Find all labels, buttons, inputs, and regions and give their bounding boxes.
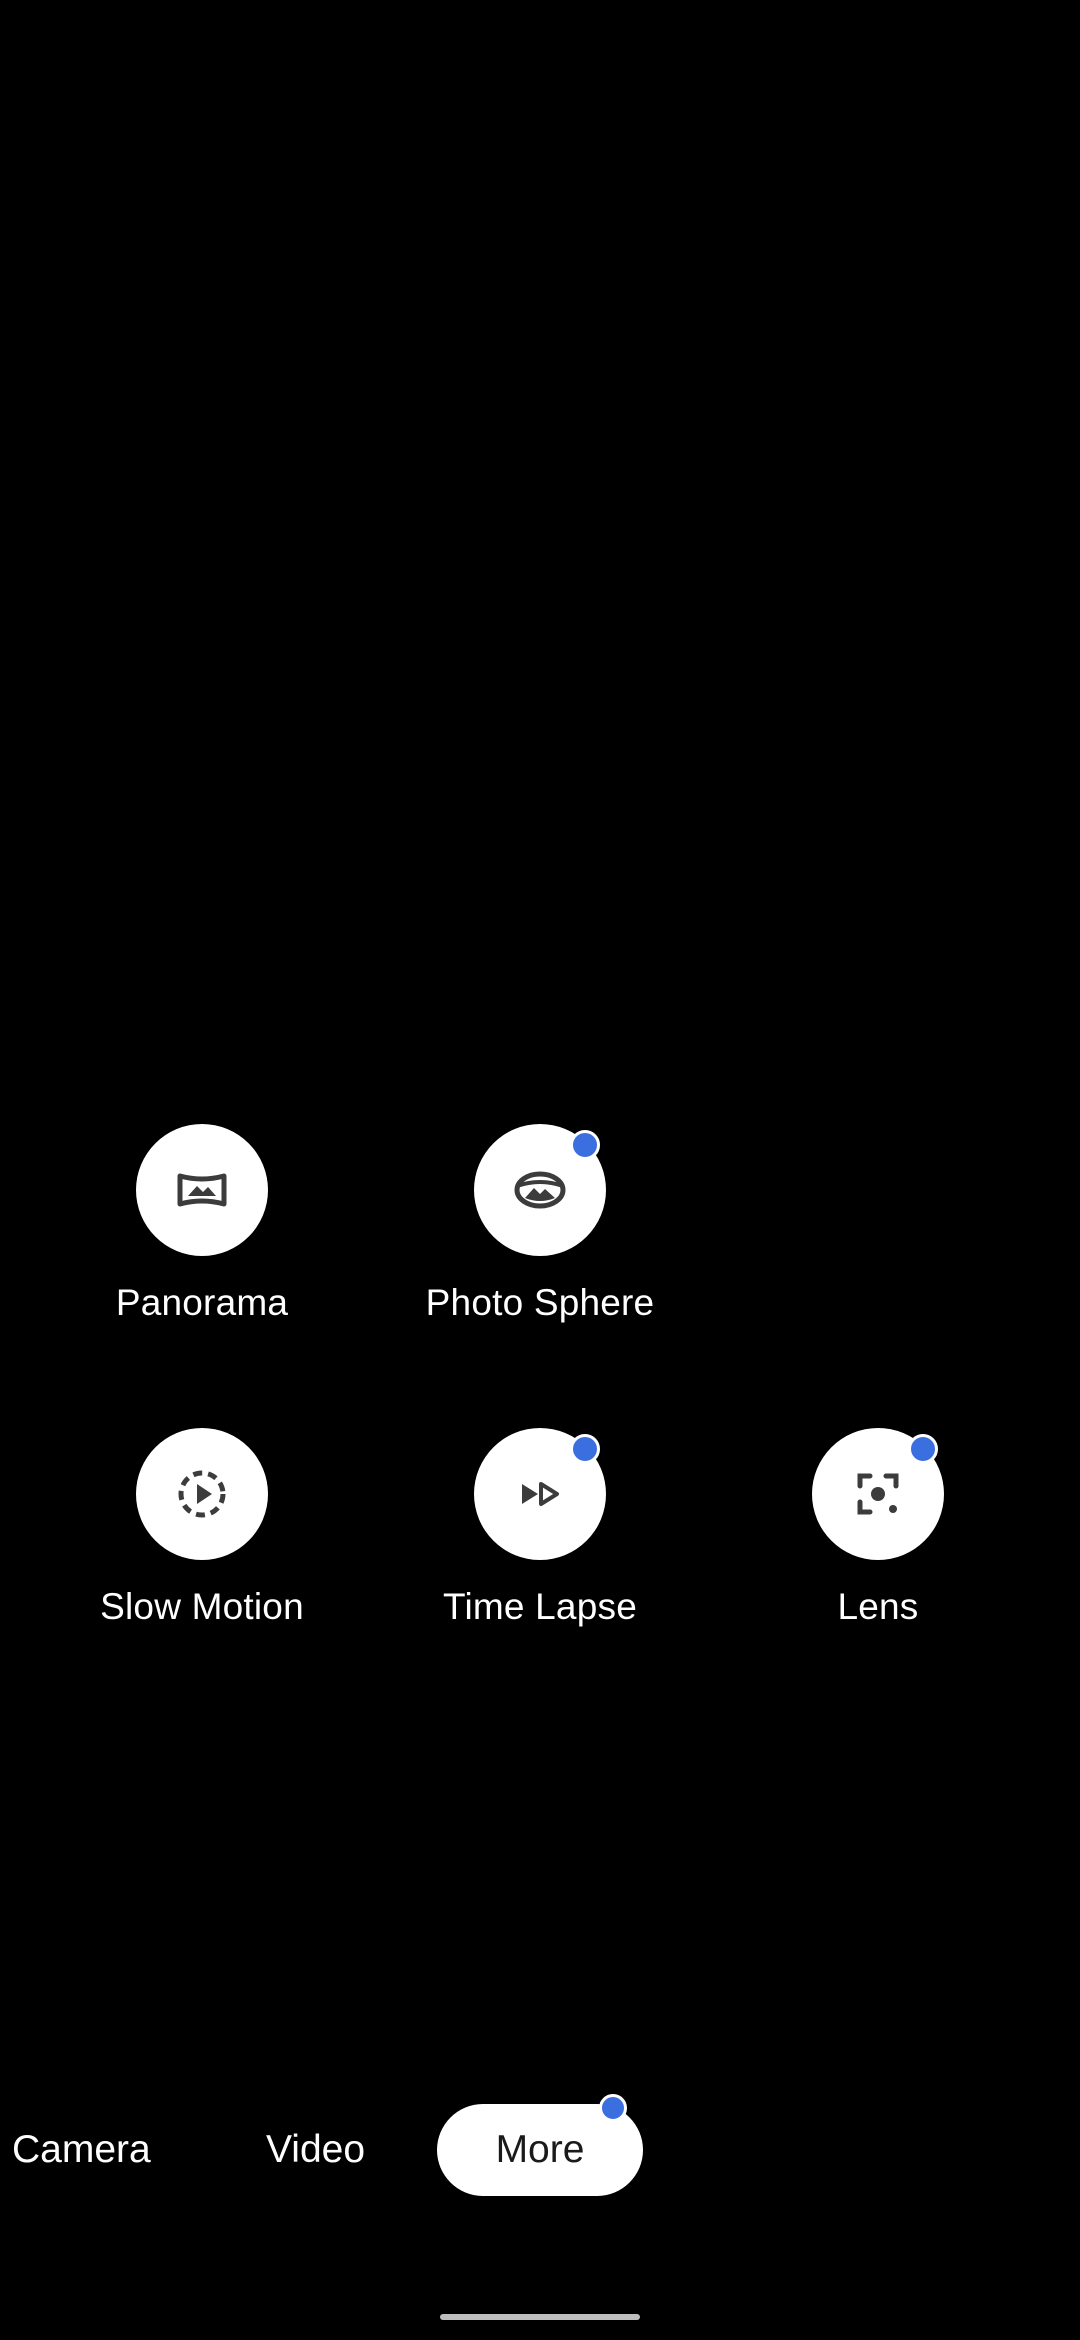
time-lapse-button[interactable] bbox=[474, 1428, 606, 1560]
navigation-handle[interactable] bbox=[440, 2314, 640, 2320]
time-lapse-icon bbox=[522, 1482, 559, 1506]
mode-label-time-lapse: Time Lapse bbox=[443, 1586, 637, 1627]
mode-panorama[interactable]: Panorama bbox=[52, 1124, 352, 1344]
lens-button[interactable] bbox=[812, 1428, 944, 1560]
lens-icon bbox=[857, 1473, 899, 1515]
slow-motion-icon bbox=[178, 1470, 226, 1518]
switch-more-label: More bbox=[495, 2128, 585, 2171]
mode-time-lapse[interactable]: Time Lapse bbox=[390, 1428, 690, 1648]
new-badge-dot bbox=[570, 1130, 600, 1160]
new-badge-dot bbox=[908, 1434, 938, 1464]
mode-label-slow-motion: Slow Motion bbox=[100, 1586, 304, 1627]
panorama-icon bbox=[177, 1173, 227, 1207]
switch-video[interactable]: Video bbox=[266, 2104, 365, 2196]
mode-lens[interactable]: Lens bbox=[728, 1428, 1028, 1648]
mode-label-photo-sphere: Photo Sphere bbox=[425, 1282, 655, 1323]
new-badge-dot bbox=[570, 1434, 600, 1464]
mode-photo-sphere[interactable]: Photo Sphere bbox=[390, 1124, 690, 1344]
mode-label-panorama: Panorama bbox=[115, 1282, 289, 1323]
mode-switcher: Camera Video More bbox=[0, 2094, 1080, 2196]
mode-label-lens: Lens bbox=[837, 1586, 919, 1627]
new-badge-dot bbox=[599, 2094, 627, 2122]
switch-camera[interactable]: Camera bbox=[12, 2104, 151, 2196]
slow-motion-button[interactable] bbox=[136, 1428, 268, 1560]
switch-more[interactable]: More bbox=[437, 2094, 643, 2196]
photo-sphere-button[interactable] bbox=[474, 1124, 606, 1256]
photo-sphere-icon bbox=[514, 1171, 566, 1209]
panorama-button[interactable] bbox=[136, 1124, 268, 1256]
mode-slow-motion[interactable]: Slow Motion bbox=[52, 1428, 352, 1648]
